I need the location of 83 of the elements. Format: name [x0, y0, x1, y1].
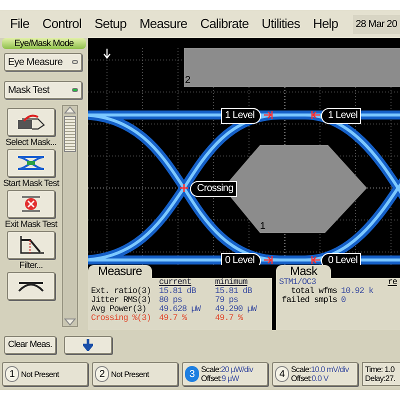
eye-mask-icon: [16, 154, 46, 172]
channel-number: 4: [275, 366, 289, 382]
scroll-down-icon: [64, 318, 76, 326]
channel-setting: Not Present: [111, 370, 149, 378]
channel-button[interactable]: 1 Not Present: [2, 362, 88, 386]
menu-item[interactable]: Help: [312, 14, 338, 34]
channel-button[interactable]: 3 Scale:20 µW/div Offset:9 µW: [182, 362, 268, 386]
measurement-name: Ext. ratio(3): [91, 287, 152, 296]
tool-label: Select Mask...: [4, 138, 58, 147]
mask-region-number: 1: [260, 222, 266, 232]
tool-label: Start Mask Test: [2, 179, 60, 188]
mask-folder-icon: [16, 113, 46, 131]
channel-setting: Offset:0.0 V: [291, 374, 328, 383]
scroll-thumb[interactable]: [64, 116, 76, 152]
mask-name: STM1/OC3: [279, 278, 316, 287]
timebase-setting: Delay:27.: [365, 374, 396, 383]
measurement-name: Crossing %(3): [91, 314, 152, 323]
menu-item[interactable]: Calibrate: [200, 14, 249, 34]
current-value: 80 ps: [159, 296, 184, 305]
mode-button[interactable]: Eye Measure: [4, 53, 82, 71]
mask-stat-value: 10.92 k: [341, 287, 374, 296]
level-tag: 1 Level: [221, 108, 262, 124]
current-value: 49.7 %: [159, 314, 188, 323]
channel-number: 1: [5, 366, 19, 382]
crossing-marker-icon: [179, 183, 189, 193]
timebase-panel[interactable]: Time: 1.0 Delay:27.: [362, 362, 400, 386]
level-tag: 0 Level: [221, 253, 262, 265]
arch-icon: [16, 280, 46, 292]
mask-region-number: 2: [185, 76, 190, 86]
mask-stat-label: failed smpls: [280, 296, 338, 305]
scroll-up-icon: [64, 106, 76, 114]
tool-button[interactable]: [7, 272, 55, 300]
level-tag: Crossing: [190, 181, 238, 197]
menu-item[interactable]: Utilities: [262, 14, 300, 34]
mask-stat-label: total wfms: [290, 287, 338, 296]
indicator-light-icon: [72, 60, 78, 64]
channel-setting: Offset:9 µW: [201, 374, 239, 383]
mode-button[interactable]: Mask Test: [4, 81, 82, 99]
measure-tab[interactable]: Measure: [88, 265, 152, 278]
tool-label: Exit Mask Test: [4, 220, 58, 229]
clear-measurements-button[interactable]: Clear Meas.: [4, 336, 56, 354]
channel-number: 2: [95, 366, 109, 382]
mask-stat-value: 0: [341, 296, 347, 305]
scroll-bar[interactable]: [62, 105, 78, 327]
minimum-value: 15.81 dB: [215, 287, 253, 296]
indicator-light-icon: [72, 88, 78, 92]
level-tag: 0 Level: [321, 253, 362, 265]
channel-button[interactable]: 4 Scale:10.0 mV/div Offset:0.0 V: [272, 362, 358, 386]
measurement-name: Avg Power(3): [91, 305, 146, 314]
level-marker-icon: [263, 110, 273, 120]
timebase-setting: Time: 1.0: [365, 365, 396, 374]
column-header: current: [159, 278, 192, 287]
mode-title: Eye/Mask Mode: [2, 38, 86, 49]
channel-setting: Scale:20 µW/div: [201, 365, 253, 374]
level-marker-icon: [311, 255, 321, 265]
minimum-value: 49.290 µW: [215, 305, 258, 314]
column-header: re: [388, 278, 397, 287]
tool-button[interactable]: [7, 108, 55, 136]
trigger-arrow-icon: [103, 48, 111, 59]
menu-item[interactable]: Measure: [139, 14, 188, 34]
minimum-value: 79 ps: [215, 296, 240, 305]
level-marker-icon: [311, 110, 321, 120]
tool-label: Filter...: [18, 261, 44, 270]
measurement-name: Jitter RMS(3): [91, 296, 152, 305]
channel-setting: Not Present: [21, 370, 59, 378]
tool-button[interactable]: [7, 190, 55, 218]
channel-number: 3: [185, 366, 199, 382]
level-marker-icon: [263, 255, 273, 265]
menu-item[interactable]: File: [10, 14, 30, 34]
mask-tab[interactable]: Mask: [276, 265, 332, 278]
channel-setting: Scale:10.0 mV/div: [291, 365, 349, 374]
arrow-button[interactable]: [64, 336, 112, 354]
down-arrow-icon: [83, 339, 94, 351]
tool-button[interactable]: [7, 231, 55, 259]
menu-item[interactable]: Setup: [94, 14, 126, 34]
current-value: 49.628 µW: [159, 305, 202, 314]
current-value: 15.81 dB: [159, 287, 197, 296]
menu-item[interactable]: Control: [42, 14, 82, 34]
minimum-value: 49.7 %: [215, 314, 244, 323]
channel-button[interactable]: 2 Not Present: [92, 362, 178, 386]
date-display: 28 Mar 20: [352, 14, 400, 34]
level-tag: 1 Level: [321, 108, 362, 124]
column-header: minimum: [215, 278, 248, 287]
